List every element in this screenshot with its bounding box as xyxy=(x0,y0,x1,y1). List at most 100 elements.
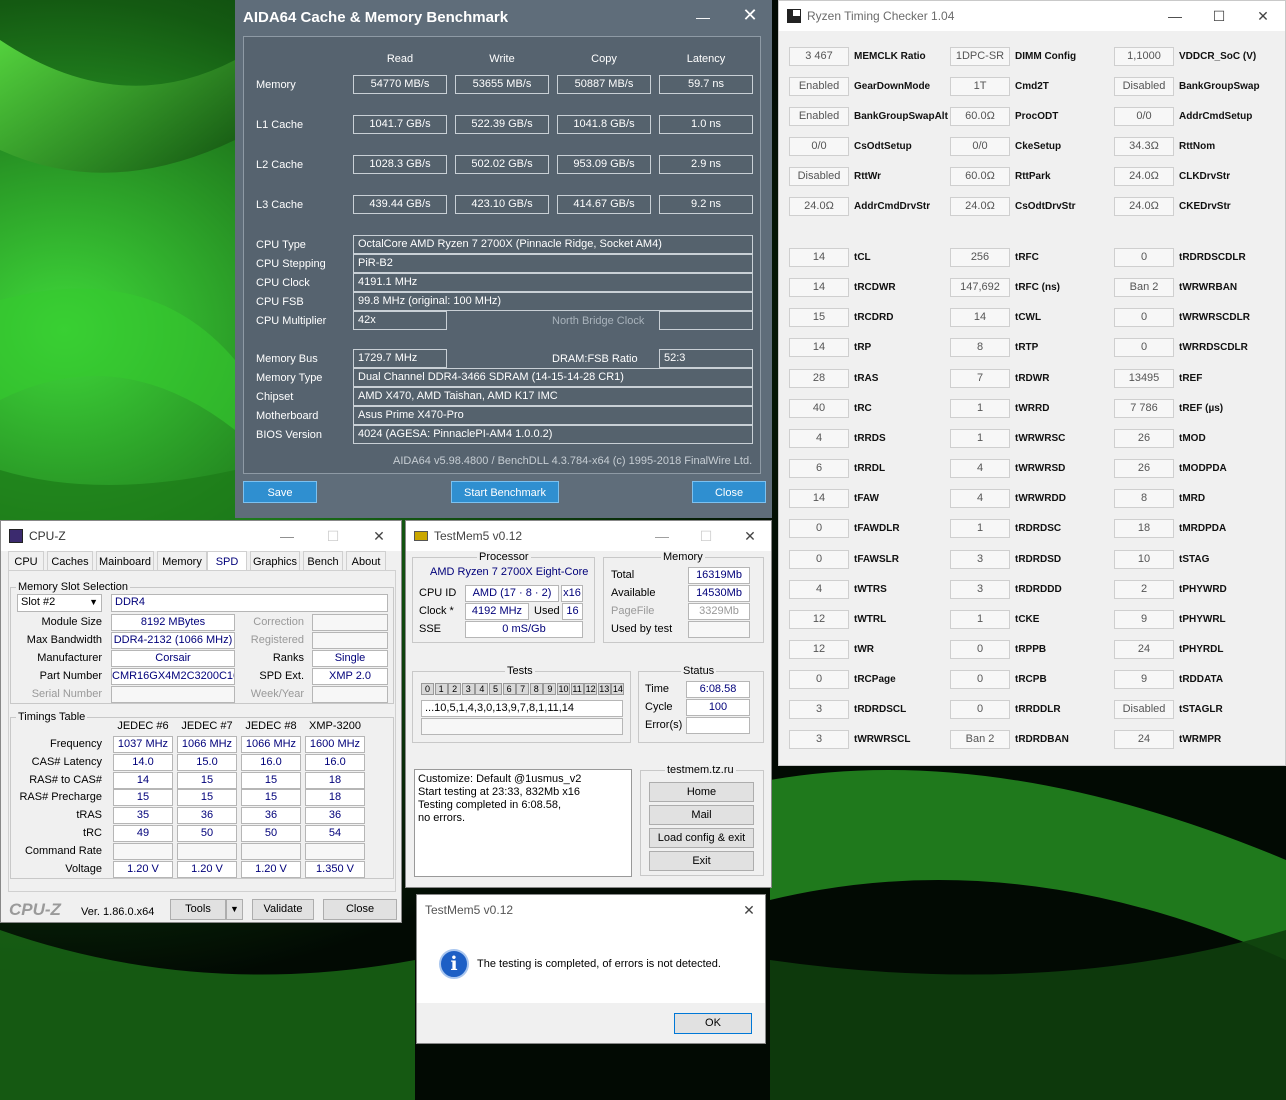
chipset-value: AMD X470, AMD Taishan, AMD K17 IMC xyxy=(353,387,753,406)
rtc-timing-value: 1 xyxy=(950,398,1010,418)
minimize-icon[interactable]: — xyxy=(267,521,307,551)
timing-row-label: tRAS xyxy=(76,809,102,822)
nb-clock-value xyxy=(659,311,753,330)
timing-cell: 18 xyxy=(305,771,365,789)
rtc-field-label: Cmd2T xyxy=(1015,81,1049,92)
save-button[interactable]: Save xyxy=(243,481,317,503)
sse-label: SSE xyxy=(419,623,442,635)
test-sequence: ...10,5,1,4,3,0,13,9,7,8,1,11,14 xyxy=(421,700,623,717)
rtc-timing-value: 18 xyxy=(1114,519,1174,539)
dram-fsb-value: 52:3 xyxy=(659,349,753,368)
close-button[interactable]: Close xyxy=(692,481,766,503)
group-title: Timings Table xyxy=(16,711,88,723)
close-icon[interactable]: ✕ xyxy=(730,0,770,30)
tab-spd[interactable]: SPD xyxy=(207,551,247,571)
rtc-value-field: 1,1000 xyxy=(1114,47,1174,66)
minimize-icon[interactable]: — xyxy=(1155,1,1195,31)
test-cell: 11 xyxy=(570,683,584,695)
bios-value: 4024 (AGESA: PinnaclePI-AM4 1.0.0.2) xyxy=(353,425,753,444)
rtc-timing-label: tRRDS xyxy=(854,432,886,444)
rtc-field-label: RttNom xyxy=(1179,141,1216,152)
timing-row-label: Frequency xyxy=(50,738,102,750)
rtc-timing-value: 0 xyxy=(1114,308,1174,328)
rtc-value-field: 24.0Ω xyxy=(950,197,1010,216)
pagefile-label: PageFile xyxy=(611,605,655,617)
col-header-latency: Latency xyxy=(686,53,726,65)
row-label: L3 Cache xyxy=(256,199,304,211)
log-textarea[interactable]: Customize: Default @1usmus_v2 Start test… xyxy=(414,769,632,877)
rtc-timing-label: tCL xyxy=(854,252,871,263)
rtc-timing-label: tRDRDSC xyxy=(1015,523,1062,535)
rtc-timing-label: tWRRD xyxy=(1015,402,1050,414)
minimize-icon[interactable]: — xyxy=(683,2,723,32)
cpuz-close-button[interactable]: Close xyxy=(323,899,397,920)
rtc-timing-value: 7 786 xyxy=(1114,398,1174,418)
motherboard-value: Asus Prime X470-Pro xyxy=(353,406,753,425)
rtc-value-field: 0/0 xyxy=(950,137,1010,156)
rtc-timing-value: 7 xyxy=(950,368,1010,388)
max-bandwidth-value: DDR4-2132 (1066 MHz) xyxy=(111,632,235,649)
total-value: 16319Mb xyxy=(688,567,750,584)
rtc-timing-value: 8 xyxy=(950,338,1010,358)
rtc-timing-label: tRP xyxy=(854,342,872,354)
close-icon[interactable]: ✕ xyxy=(729,895,765,925)
timing-cell: 54 xyxy=(305,825,365,842)
timing-cell: 1.20 V xyxy=(241,860,301,878)
ryzen-timing-checker-window: Ryzen Timing Checker 1.04 — ☐ ✕ 3 467 MEM… xyxy=(778,0,1286,766)
rtc-timing-label: tWRMPR xyxy=(1179,734,1222,746)
tab-caches[interactable]: Caches xyxy=(47,551,93,571)
timing-row-label: Voltage xyxy=(65,862,102,875)
log-line: Testing completed in 6:08.58, xyxy=(418,799,562,811)
window-title: AIDA64 Cache & Memory Benchmark xyxy=(243,8,509,26)
slot-select[interactable]: Slot #2 ▼ xyxy=(17,594,102,612)
tab-bench[interactable]: Bench xyxy=(303,551,343,571)
rtc-timing-label: tRDRDDD xyxy=(1015,583,1062,595)
home-button[interactable]: Home xyxy=(649,782,754,802)
tab-memory[interactable]: Memory xyxy=(157,551,207,571)
timing-col-header: JEDEC #6 xyxy=(117,720,169,732)
maximize-icon[interactable]: ☐ xyxy=(313,521,353,551)
timing-cell: 1.20 V xyxy=(177,860,237,878)
mail-button[interactable]: Mail xyxy=(649,805,754,825)
tab-cpu[interactable]: CPU xyxy=(8,551,44,571)
tab-mainboard[interactable]: Mainboard xyxy=(96,551,154,571)
maximize-icon[interactable]: ☐ xyxy=(1199,1,1239,31)
timing-cell xyxy=(113,842,173,860)
start-benchmark-button[interactable]: Start Benchmark xyxy=(451,481,559,503)
tab-graphics[interactable]: Graphics xyxy=(250,551,300,571)
window-title: TestMem5 v0.12 xyxy=(434,529,523,543)
rtc-timing-label: tMOD xyxy=(1179,432,1206,444)
minimize-icon[interactable]: — xyxy=(642,521,682,551)
test-cell: 1 xyxy=(434,683,448,695)
rtc-field-label: CLKDrvStr xyxy=(1179,171,1231,182)
validate-button[interactable]: Validate xyxy=(252,899,314,920)
timing-cell: 35 xyxy=(113,807,173,825)
rtc-timing-value: 10 xyxy=(1114,549,1174,569)
tools-button[interactable]: Tools xyxy=(170,899,226,920)
rtc-field-label: CKEDrvStr xyxy=(1179,201,1231,212)
motherboard-label: Motherboard xyxy=(256,410,319,422)
rtc-timing-label: tRDWR xyxy=(1015,372,1050,384)
tab-about[interactable]: About xyxy=(346,551,386,571)
load-config-exit-button[interactable]: Load config & exit xyxy=(649,828,754,848)
close-icon[interactable]: ✕ xyxy=(1243,1,1283,31)
aida64-window: AIDA64 Cache & Memory Benchmark — ✕ Read… xyxy=(235,0,772,518)
cpu-clock-value: 4191.1 MHz xyxy=(353,273,753,292)
timing-cell: 16.0 xyxy=(241,753,301,771)
rtc-timing-label: tREF (µs) xyxy=(1179,402,1224,414)
l2-write: 502.02 GB/s xyxy=(455,155,549,174)
close-icon[interactable]: ✕ xyxy=(359,521,399,551)
row-label: L1 Cache xyxy=(256,119,304,131)
exit-button[interactable]: Exit xyxy=(649,851,754,871)
tools-dropdown-arrow-icon[interactable]: ▼ xyxy=(226,899,243,920)
test-cell: 5 xyxy=(489,683,502,695)
slot-select-value: Slot #2 xyxy=(21,596,56,608)
rtc-timing-value: 9 xyxy=(1114,609,1174,629)
close-icon[interactable]: ✕ xyxy=(730,521,770,551)
cpu-id-value: AMD (17 · 8 · 2) xyxy=(465,585,559,602)
manufacturer-value: Corsair xyxy=(111,650,235,667)
timing-col-header: JEDEC #8 xyxy=(245,720,297,732)
maximize-icon[interactable]: ☐ xyxy=(686,521,726,551)
test-cell: 8 xyxy=(529,683,543,695)
ok-button[interactable]: OK xyxy=(674,1013,752,1034)
